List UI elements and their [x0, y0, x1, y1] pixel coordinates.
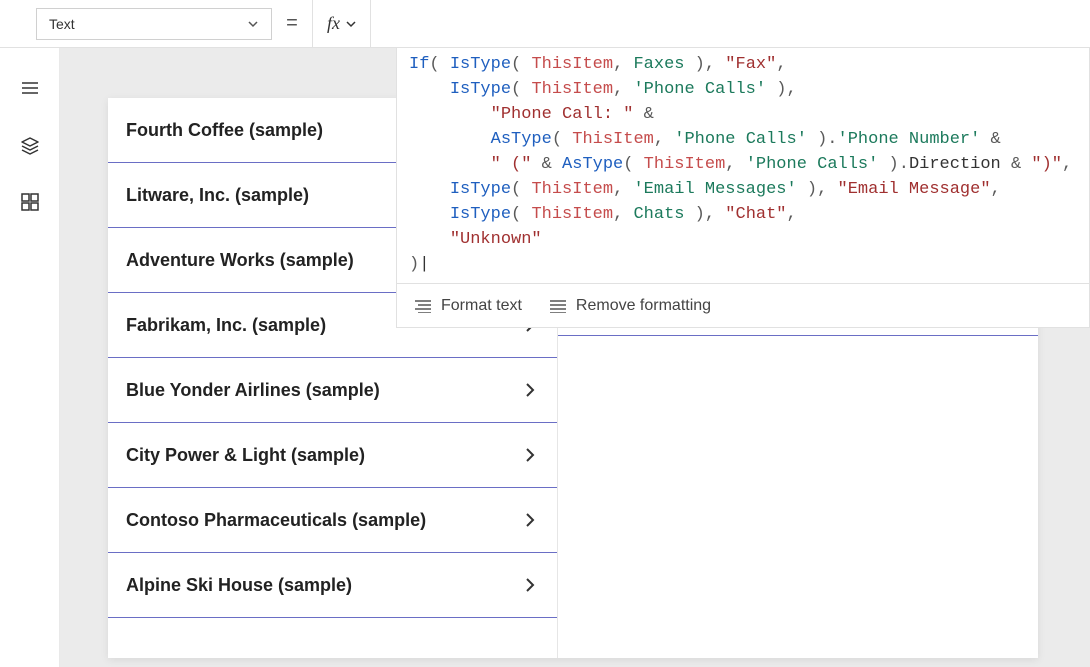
canvas-area: Fourth Coffee (sample) Litware, Inc. (sam…: [60, 48, 1090, 667]
chevron-right-icon: [521, 381, 539, 399]
account-row[interactable]: City Power & Light (sample): [108, 423, 557, 488]
format-text-icon: [415, 299, 431, 313]
account-label: Litware, Inc. (sample): [126, 185, 309, 206]
account-label: Fabrikam, Inc. (sample): [126, 315, 326, 336]
formula-text-area[interactable]: If( IsType( ThisItem, Faxes ), "Fax", Is…: [397, 48, 1089, 283]
account-row[interactable]: Blue Yonder Airlines (sample): [108, 358, 557, 423]
apps-icon[interactable]: [20, 192, 40, 217]
remove-formatting-button[interactable]: Remove formatting: [550, 297, 711, 315]
fx-label: fx: [327, 13, 340, 34]
chevron-right-icon: [521, 511, 539, 529]
account-row[interactable]: Alpine Ski House (sample): [108, 553, 557, 618]
left-nav-rail: [0, 0, 60, 667]
account-label: City Power & Light (sample): [126, 445, 365, 466]
account-label: Contoso Pharmaceuticals (sample): [126, 510, 426, 531]
chevron-right-icon: [521, 576, 539, 594]
fx-button[interactable]: fx: [312, 0, 371, 48]
account-label: Alpine Ski House (sample): [126, 575, 352, 596]
equals-sign: =: [272, 12, 312, 35]
formula-editor-panel: If( IsType( ThisItem, Faxes ), "Fax", Is…: [396, 48, 1090, 328]
chevron-down-icon: [247, 18, 259, 30]
layers-icon[interactable]: [20, 135, 40, 160]
remove-formatting-label: Remove formatting: [576, 297, 711, 315]
property-dropdown-label: Text: [49, 16, 75, 32]
account-label: Adventure Works (sample): [126, 250, 354, 271]
account-label: Blue Yonder Airlines (sample): [126, 380, 380, 401]
format-text-button[interactable]: Format text: [415, 297, 522, 315]
format-text-label: Format text: [441, 297, 522, 315]
formula-toolbar: Format text Remove formatting: [397, 283, 1089, 327]
hamburger-icon[interactable]: [20, 78, 40, 103]
chevron-right-icon: [521, 446, 539, 464]
formula-bar: Text = fx: [0, 0, 1090, 48]
account-label: Fourth Coffee (sample): [126, 120, 323, 141]
property-dropdown[interactable]: Text: [36, 8, 272, 40]
account-row[interactable]: Contoso Pharmaceuticals (sample): [108, 488, 557, 553]
chevron-down-icon: [346, 19, 356, 29]
remove-formatting-icon: [550, 299, 566, 313]
